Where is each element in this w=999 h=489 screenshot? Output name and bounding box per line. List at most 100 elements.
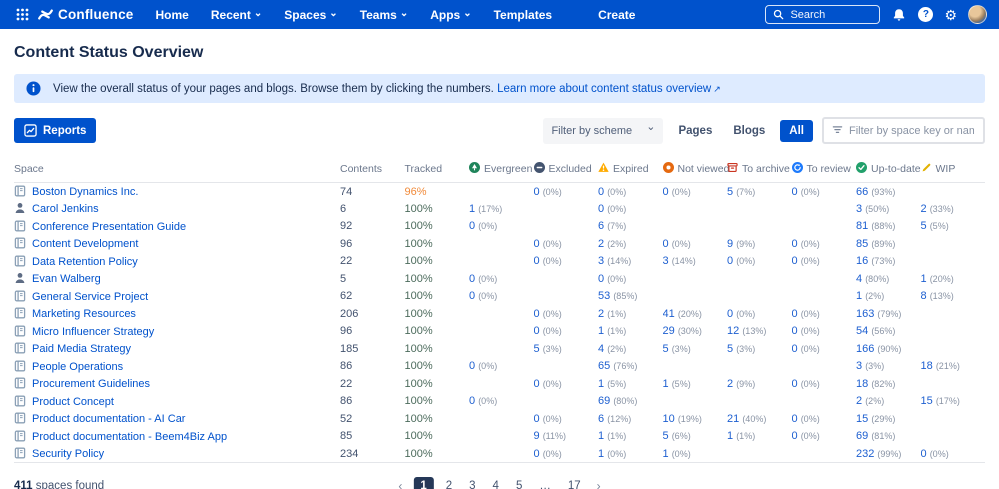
- status-count-link[interactable]: 0: [792, 325, 798, 337]
- status-count-link[interactable]: 0: [469, 220, 475, 232]
- nav-item-home[interactable]: Home: [156, 8, 189, 22]
- status-count-link[interactable]: 66: [856, 186, 868, 198]
- status-count-link[interactable]: 0: [534, 255, 540, 267]
- space-link[interactable]: Product documentation - AI Car: [32, 413, 185, 425]
- status-count-link[interactable]: 12: [727, 325, 739, 337]
- space-filter-input[interactable]: [849, 125, 974, 137]
- page-button-5[interactable]: 5: [511, 478, 527, 489]
- status-count-link[interactable]: 4: [598, 343, 604, 355]
- status-count-link[interactable]: 0: [534, 448, 540, 460]
- status-count-link[interactable]: 0: [792, 413, 798, 425]
- settings-gear-icon[interactable]: ⚙: [944, 8, 957, 22]
- user-avatar[interactable]: [968, 5, 987, 24]
- nav-item-recent[interactable]: Recent: [211, 8, 262, 22]
- status-count-link[interactable]: 9: [534, 430, 540, 442]
- status-count-link[interactable]: 0: [792, 378, 798, 390]
- status-count-link[interactable]: 5: [663, 430, 669, 442]
- status-count-link[interactable]: 0: [792, 430, 798, 442]
- space-link[interactable]: Conference Presentation Guide: [32, 221, 186, 233]
- create-button[interactable]: Create: [598, 8, 635, 22]
- space-link[interactable]: Data Retention Policy: [32, 256, 138, 268]
- status-count-link[interactable]: 1: [598, 430, 604, 442]
- status-count-link[interactable]: 0: [598, 273, 604, 285]
- status-count-link[interactable]: 5: [727, 343, 733, 355]
- status-count-link[interactable]: 2: [727, 378, 733, 390]
- page-button-2[interactable]: 2: [441, 478, 457, 489]
- space-link[interactable]: Security Policy: [32, 448, 104, 460]
- status-count-link[interactable]: 0: [663, 238, 669, 250]
- search-box[interactable]: [765, 5, 880, 24]
- status-count-link[interactable]: 9: [727, 238, 733, 250]
- status-count-link[interactable]: 1: [663, 448, 669, 460]
- status-count-link[interactable]: 5: [663, 343, 669, 355]
- space-link[interactable]: Boston Dynamics Inc.: [32, 186, 138, 198]
- status-count-link[interactable]: 0: [598, 203, 604, 215]
- status-count-link[interactable]: 3: [856, 360, 862, 372]
- status-count-link[interactable]: 166: [856, 343, 874, 355]
- page-button-3[interactable]: 3: [464, 478, 480, 489]
- status-count-link[interactable]: 65: [598, 360, 610, 372]
- status-count-link[interactable]: 1: [598, 325, 604, 337]
- status-count-link[interactable]: 1: [663, 378, 669, 390]
- status-count-link[interactable]: 5: [534, 343, 540, 355]
- status-count-link[interactable]: 1: [727, 430, 733, 442]
- space-link[interactable]: Carol Jenkins: [32, 203, 99, 215]
- next-page-icon[interactable]: ›: [593, 479, 605, 489]
- nav-item-teams[interactable]: Teams: [360, 8, 409, 22]
- search-input[interactable]: [790, 9, 870, 21]
- page-button-1[interactable]: 1: [413, 477, 433, 489]
- status-count-link[interactable]: 0: [792, 238, 798, 250]
- status-count-link[interactable]: 85: [856, 238, 868, 250]
- status-count-link[interactable]: 53: [598, 290, 610, 302]
- space-link[interactable]: Procurement Guidelines: [32, 378, 150, 390]
- status-count-link[interactable]: 21: [727, 413, 739, 425]
- status-count-link[interactable]: 0: [727, 308, 733, 320]
- status-count-link[interactable]: 0: [792, 186, 798, 198]
- space-link[interactable]: Micro Influencer Strategy: [32, 326, 154, 338]
- status-count-link[interactable]: 0: [469, 273, 475, 285]
- tab-pages[interactable]: Pages: [672, 121, 718, 141]
- status-count-link[interactable]: 1: [856, 290, 862, 302]
- page-button-4[interactable]: 4: [488, 478, 504, 489]
- status-count-link[interactable]: 0: [469, 395, 475, 407]
- app-switcher-icon[interactable]: [12, 5, 32, 25]
- status-count-link[interactable]: 69: [598, 395, 610, 407]
- learn-more-link[interactable]: Learn more about content status overview: [497, 83, 721, 95]
- space-link[interactable]: Product Concept: [32, 396, 114, 408]
- status-count-link[interactable]: 0: [534, 186, 540, 198]
- tab-all[interactable]: All: [780, 120, 813, 142]
- status-count-link[interactable]: 6: [598, 220, 604, 232]
- nav-item-apps[interactable]: Apps: [430, 8, 471, 22]
- status-count-link[interactable]: 0: [534, 413, 540, 425]
- status-count-link[interactable]: 1: [469, 203, 475, 215]
- status-count-link[interactable]: 18: [921, 360, 933, 372]
- nav-item-spaces[interactable]: Spaces: [284, 8, 337, 22]
- status-count-link[interactable]: 0: [663, 186, 669, 198]
- status-count-link[interactable]: 1: [598, 448, 604, 460]
- status-count-link[interactable]: 0: [792, 255, 798, 267]
- prev-page-icon[interactable]: ‹: [394, 479, 406, 489]
- status-count-link[interactable]: 0: [534, 308, 540, 320]
- status-count-link[interactable]: 69: [856, 430, 868, 442]
- status-count-link[interactable]: 0: [534, 325, 540, 337]
- status-count-link[interactable]: 1: [921, 273, 927, 285]
- status-count-link[interactable]: 8: [921, 290, 927, 302]
- space-link[interactable]: Paid Media Strategy: [32, 343, 131, 355]
- status-count-link[interactable]: 0: [921, 448, 927, 460]
- tab-blogs[interactable]: Blogs: [727, 121, 771, 141]
- status-count-link[interactable]: 0: [598, 186, 604, 198]
- status-count-link[interactable]: 81: [856, 220, 868, 232]
- status-count-link[interactable]: 6: [598, 413, 604, 425]
- status-count-link[interactable]: 2: [598, 308, 604, 320]
- status-count-link[interactable]: 0: [792, 343, 798, 355]
- status-count-link[interactable]: 1: [598, 378, 604, 390]
- confluence-logo[interactable]: Confluence: [38, 7, 134, 22]
- status-count-link[interactable]: 3: [598, 255, 604, 267]
- space-link[interactable]: People Operations: [32, 361, 123, 373]
- status-count-link[interactable]: 0: [469, 360, 475, 372]
- status-count-link[interactable]: 2: [856, 395, 862, 407]
- status-count-link[interactable]: 5: [921, 220, 927, 232]
- space-link[interactable]: Marketing Resources: [32, 308, 136, 320]
- status-count-link[interactable]: 0: [792, 308, 798, 320]
- status-count-link[interactable]: 10: [663, 413, 675, 425]
